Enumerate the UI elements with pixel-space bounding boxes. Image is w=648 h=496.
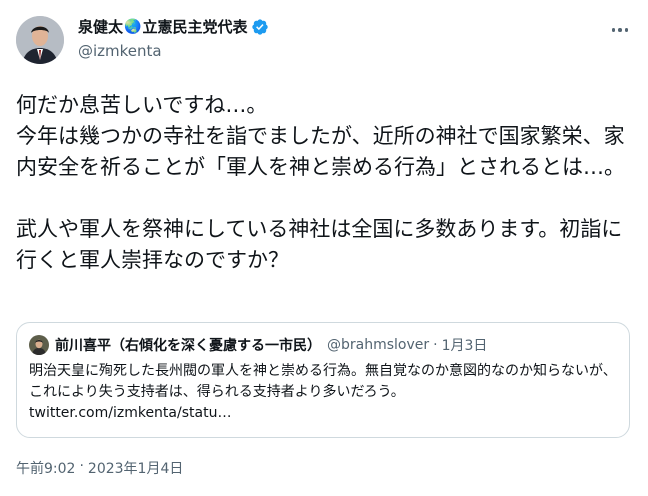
quoted-author-avatar <box>29 335 49 355</box>
quoted-separator: · <box>433 337 438 353</box>
tweet-date[interactable]: 2023年1月4日 <box>88 458 183 478</box>
author-name-part2[interactable]: 立憲民主党代表 <box>142 16 247 37</box>
author-handle[interactable]: @izmkenta <box>78 42 162 60</box>
tweet-timestamp[interactable]: 午前9:02 · 2023年1月4日 <box>16 458 183 478</box>
quoted-author-handle: @brahmslover <box>327 337 430 353</box>
author-avatar[interactable] <box>16 16 64 64</box>
tweet-text: 何だか息苦しいですね…。 今年は幾つかの寺社を詣でましたが、近所の神社で国家繁栄… <box>16 93 625 272</box>
quoted-tweet-text: 明治天皇に殉死した長州閥の軍人を神と崇める行為。無自覚なのか意図的なのか知らない… <box>29 363 617 421</box>
author-name-row[interactable]: 泉健太 🌏 立憲民主党代表 <box>78 16 269 37</box>
timestamp-separator: · <box>79 458 84 474</box>
quoted-author-name: 前川喜平（右傾化を深く憂慮する一市民） <box>55 338 321 354</box>
globe-emoji-icon: 🌏 <box>124 18 142 35</box>
quoted-tweet-header: 前川喜平（右傾化を深く憂慮する一市民） @brahmslover · 1月3日 <box>29 335 487 355</box>
quoted-tweet-card[interactable]: 前川喜平（右傾化を深く憂慮する一市民） @brahmslover · 1月3日 … <box>16 322 630 438</box>
verified-badge-icon <box>251 18 269 36</box>
tweet-time[interactable]: 午前9:02 <box>16 458 75 478</box>
author-name-part1[interactable]: 泉健太 <box>78 16 123 37</box>
more-options-icon[interactable] <box>608 20 632 40</box>
quoted-date: 1月3日 <box>441 338 488 354</box>
